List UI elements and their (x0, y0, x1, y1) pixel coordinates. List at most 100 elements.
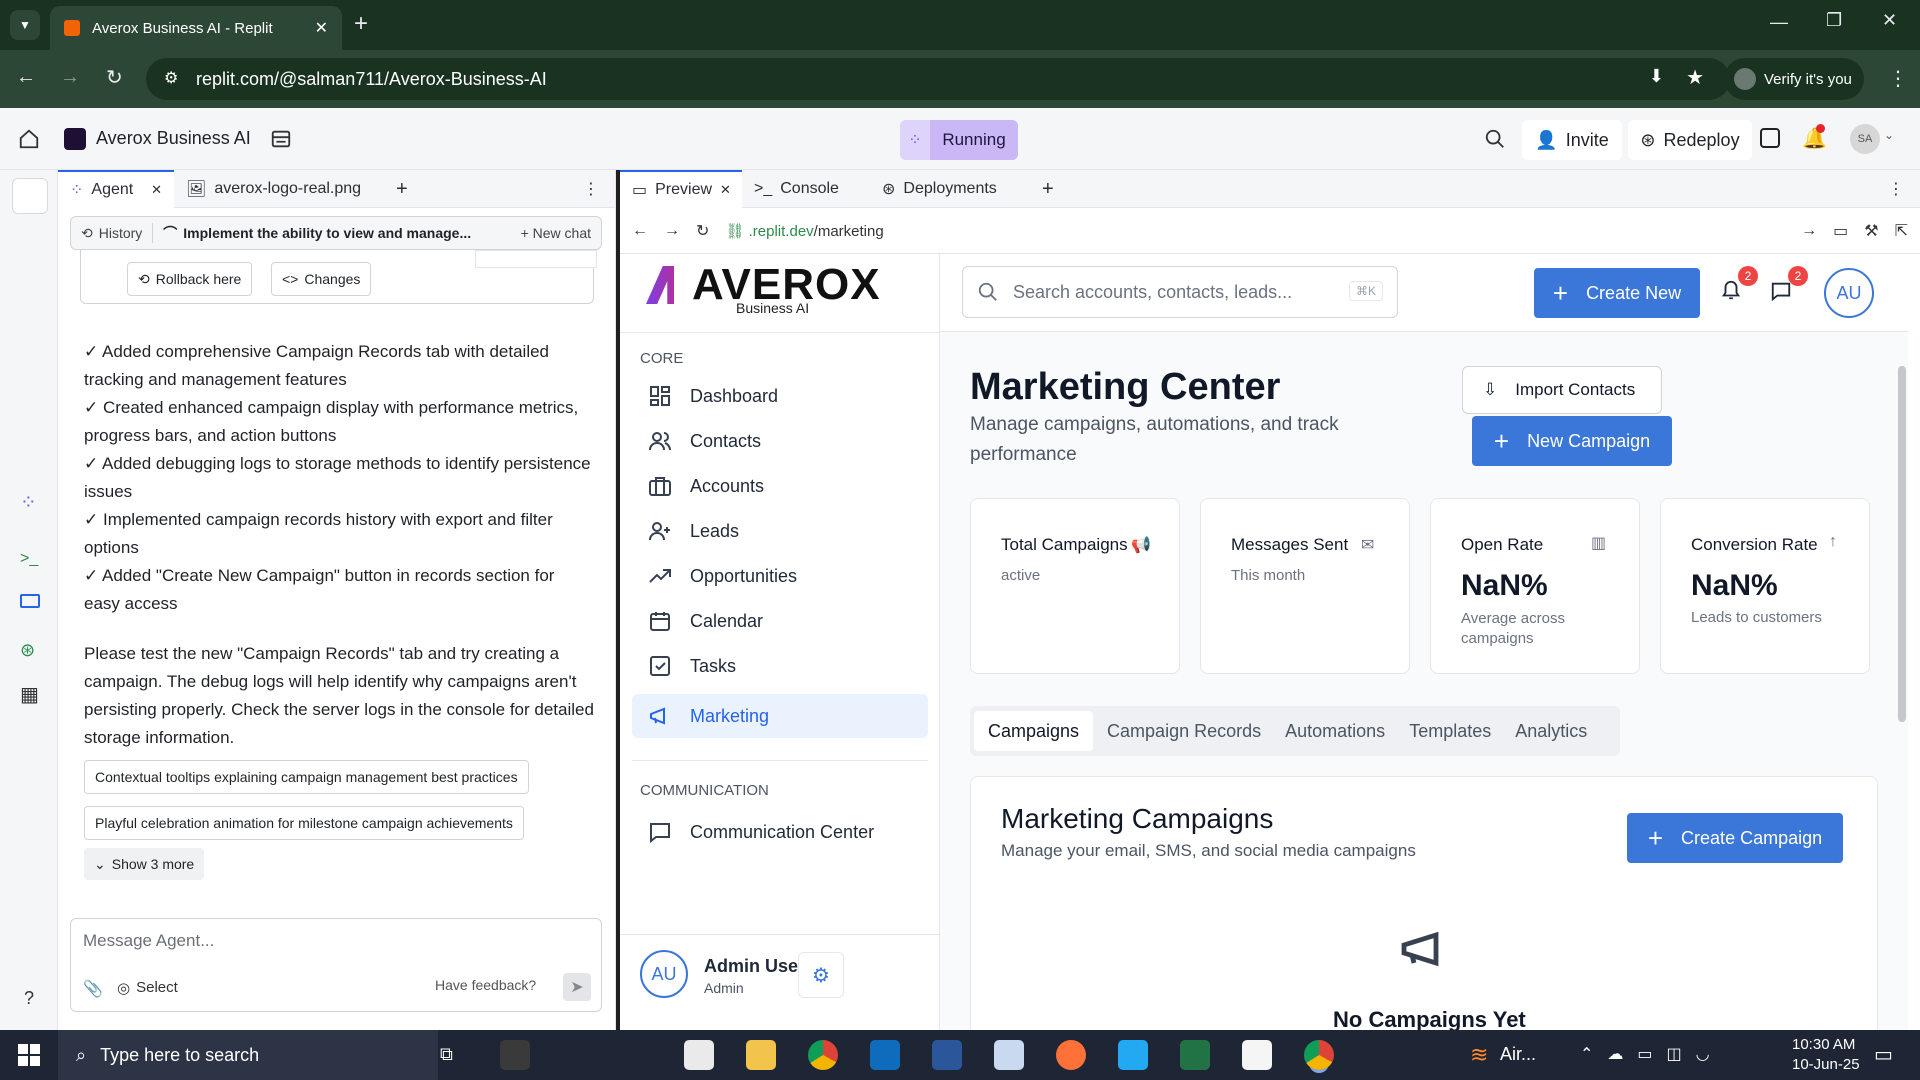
install-icon[interactable]: ⬇ (1649, 66, 1664, 87)
chrome-active-icon[interactable] (1304, 1040, 1334, 1070)
close-tab-icon[interactable]: ✕ (315, 18, 328, 38)
help-icon[interactable]: ? (24, 988, 34, 1009)
shell-icon[interactable]: >_ (20, 550, 38, 568)
screenshot-thumbnail[interactable] (475, 250, 597, 268)
sidebar-user-avatar[interactable]: AU (640, 950, 688, 998)
history-button[interactable]: ⟲ History (81, 225, 142, 242)
close-tab-icon[interactable]: ✕ (720, 182, 731, 198)
clock-time[interactable]: 10:30 AM (1792, 1036, 1855, 1053)
tab-search-button[interactable]: ▼ (10, 10, 40, 40)
rollback-button[interactable]: ⟲ Rollback here (127, 262, 253, 296)
show-more-button[interactable]: ⌄ Show 3 more (84, 848, 205, 880)
preview-forward-icon[interactable]: → (664, 222, 680, 240)
panel-menu-icon[interactable]: ⋮ (1876, 170, 1916, 208)
all-tools-icon[interactable]: ▦ (20, 682, 39, 707)
open-url-icon[interactable]: → (1801, 222, 1817, 240)
chrome-menu-icon[interactable]: ⋮ (1888, 66, 1908, 91)
message-input[interactable]: Message Agent... (83, 931, 214, 951)
outlook-icon[interactable] (870, 1040, 900, 1070)
new-tab-button[interactable]: + (1030, 170, 1066, 208)
nav-leads[interactable]: Leads (632, 509, 928, 553)
tab-templates[interactable]: Templates (1399, 721, 1501, 742)
firefox-icon[interactable] (1056, 1040, 1086, 1070)
averox-logo[interactable]: AVEROX Business AI (646, 260, 902, 318)
forward-icon[interactable]: → (60, 66, 80, 89)
messages-icon[interactable] (1770, 280, 1792, 302)
store-icon[interactable] (684, 1040, 714, 1070)
changes-button[interactable]: <> Changes (271, 262, 372, 296)
paint-icon[interactable] (994, 1040, 1024, 1070)
nav-tasks[interactable]: Tasks (632, 644, 928, 688)
preview-back-icon[interactable]: ← (632, 222, 648, 240)
nav-communication-center[interactable]: Communication Center (632, 810, 928, 854)
project-name[interactable]: Averox Business AI (96, 128, 251, 149)
back-icon[interactable]: ← (16, 66, 36, 89)
task-view-icon[interactable]: ⧉ (440, 1044, 453, 1065)
excel-icon[interactable] (1180, 1040, 1210, 1070)
run-status-button[interactable]: ⁘ Running (900, 120, 1018, 160)
header-user-avatar[interactable]: AU (1824, 268, 1874, 318)
weather-icon[interactable]: ≋ (1470, 1042, 1488, 1068)
home-icon[interactable] (18, 128, 40, 150)
taskbar-search[interactable]: ⌕ Type here to search (58, 1030, 438, 1080)
global-search[interactable]: Search accounts, contacts, leads... ⌘K (962, 266, 1398, 318)
word-icon[interactable] (932, 1040, 962, 1070)
agent-icon[interactable]: ⁘ (20, 490, 37, 515)
tab-console[interactable]: >_ Console (742, 170, 870, 208)
bell-icon[interactable] (1720, 278, 1742, 302)
create-new-button[interactable]: + Create New (1534, 268, 1700, 318)
attach-icon[interactable]: 📎 (83, 979, 103, 999)
vscode-icon[interactable] (1118, 1040, 1148, 1070)
nav-opportunities[interactable]: Opportunities (632, 554, 928, 598)
multiplayer-icon[interactable] (1760, 128, 1780, 148)
nav-marketing[interactable]: Marketing (632, 694, 928, 738)
panel-menu-icon[interactable]: ⋮ (571, 170, 611, 208)
camera-app-icon[interactable] (500, 1040, 530, 1070)
feedback-link[interactable]: Have feedback? (435, 977, 536, 993)
verify-button[interactable]: Verify it's you (1724, 58, 1864, 100)
devices-icon[interactable]: ▭ (1833, 221, 1848, 241)
user-avatar[interactable]: SA (1850, 124, 1880, 154)
new-campaign-button[interactable]: + New Campaign (1472, 416, 1672, 466)
chrome-icon[interactable] (808, 1040, 838, 1070)
tab-analytics[interactable]: Analytics (1505, 721, 1597, 742)
import-contacts-button[interactable]: ⇩ Import Contacts (1462, 366, 1662, 414)
deployments-icon[interactable]: ⊛ (20, 640, 35, 661)
nav-dashboard[interactable]: Dashboard (632, 374, 928, 418)
tab-agent[interactable]: ⁘ Agent ✕ (58, 170, 174, 208)
tab-automations[interactable]: Automations (1275, 721, 1395, 742)
new-chat-button[interactable]: + New chat (521, 225, 591, 241)
nav-contacts[interactable]: Contacts (632, 419, 928, 463)
close-tab-icon[interactable]: ✕ (151, 182, 162, 198)
project-files-icon[interactable] (270, 128, 292, 150)
new-window-icon[interactable]: ⇱ (1895, 221, 1908, 241)
search-icon[interactable] (1484, 128, 1506, 150)
send-button[interactable]: ➤ (563, 973, 591, 1001)
nav-calendar[interactable]: Calendar (632, 599, 928, 643)
preview-icon[interactable] (20, 594, 40, 608)
close-window-button[interactable]: ✕ (1882, 10, 1897, 31)
clock-date[interactable]: 10-Jun-25 (1792, 1056, 1860, 1073)
suggestion-chip[interactable]: Playful celebration animation for milest… (84, 806, 524, 840)
app-scrollbar[interactable] (1898, 332, 1906, 1030)
tab-logo-file[interactable]: 🖼 averox-logo-real.png (174, 170, 384, 208)
preview-url[interactable]: ⛓ .replit.dev/marketing (725, 222, 883, 240)
new-tab-button[interactable]: + (384, 170, 420, 208)
tab-campaigns[interactable]: Campaigns (974, 711, 1094, 751)
devtools-icon[interactable]: ⚒ (1864, 221, 1878, 241)
browser-tab[interactable]: Averox Business AI - Replit ✕ (50, 6, 342, 50)
site-info-icon[interactable]: ⚙ (164, 68, 178, 88)
suggestion-chip[interactable]: Contextual tooltips explaining campaign … (84, 760, 529, 794)
bookmark-star-icon[interactable]: ★ (1686, 65, 1704, 90)
settings-button[interactable]: ⚙ (798, 952, 844, 998)
file-explorer-icon[interactable] (746, 1040, 776, 1070)
windows-start-icon[interactable] (18, 1044, 40, 1066)
new-tab-button[interactable]: + (354, 10, 368, 38)
address-bar[interactable]: ⚙ replit.com/@salman711/Averox-Business-… (146, 58, 1730, 100)
weather-label[interactable]: Air... (1500, 1044, 1536, 1065)
capcut-icon[interactable] (1242, 1040, 1272, 1070)
redeploy-button[interactable]: ⊛ Redeploy (1628, 120, 1752, 160)
preview-reload-icon[interactable]: ↻ (696, 221, 709, 241)
notifications-icon[interactable]: ▭ (1874, 1042, 1893, 1067)
avatar-chevron-icon[interactable]: ⌄ (1884, 128, 1894, 142)
